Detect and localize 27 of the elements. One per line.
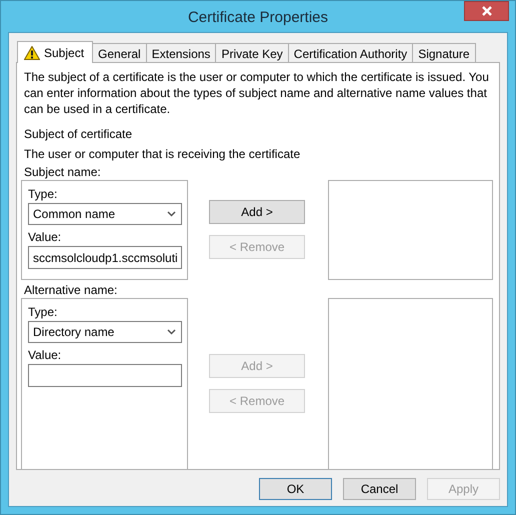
button[interactable]: Cancel [343, 478, 416, 500]
list-box[interactable] [328, 180, 493, 280]
tab[interactable]: Subject [17, 41, 94, 63]
value-field[interactable] [28, 364, 182, 387]
close-button[interactable] [464, 1, 509, 21]
type-dropdown[interactable]: Common name [28, 203, 182, 225]
description-text: The subject of a certificate is the user or computer to which the certificate is issued. You can enter information about the types of subject name and alternative name values that can be used in a certificate. [24, 69, 490, 117]
tab[interactable]: Certification Authority [288, 43, 414, 62]
type-dropdown[interactable]: Directory name [28, 321, 182, 343]
window-title: Certificate Properties [188, 8, 328, 26]
group-label: Alternative name: [24, 283, 118, 298]
section-title: Subject of certificate [24, 126, 134, 142]
tab[interactable]: Private Key [215, 43, 289, 62]
value-field[interactable]: sccmsolcloudp1.sccmsoluti [28, 246, 182, 269]
group-label: Subject name: [24, 165, 102, 180]
field-label: Value: [28, 347, 62, 363]
section-subtitle: The user or computer that is receiving the certificate [24, 146, 302, 162]
button[interactable]: Add > [209, 200, 306, 224]
button[interactable]: OK [259, 478, 332, 500]
field-label: Type: [28, 186, 58, 202]
close-icon [480, 6, 492, 16]
field-label: Value: [28, 229, 62, 245]
tab[interactable]: Signature [412, 43, 476, 62]
list-box[interactable] [328, 298, 493, 470]
field-label: Type: [28, 304, 58, 320]
caret-icon [167, 329, 176, 335]
caret-icon [167, 211, 176, 217]
